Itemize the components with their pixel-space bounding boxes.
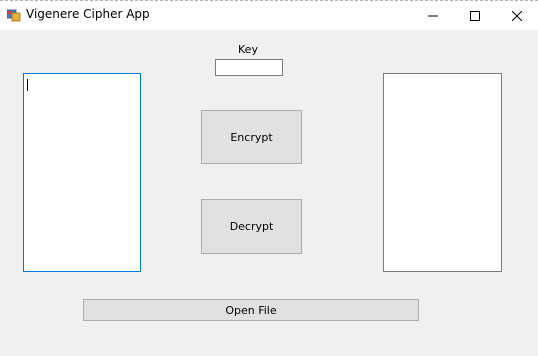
app-window: Vigenere Cipher App Key Encrypt Decrypt … [0, 0, 538, 356]
maximize-button[interactable] [452, 1, 498, 30]
close-button[interactable] [494, 1, 538, 30]
input-textbox[interactable] [23, 73, 141, 272]
text-caret [27, 79, 28, 91]
title-bar[interactable]: Vigenere Cipher App [0, 0, 538, 30]
minimize-button[interactable] [410, 1, 456, 30]
output-textbox[interactable] [383, 73, 502, 272]
close-icon [512, 10, 522, 21]
open-file-button[interactable]: Open File [83, 299, 419, 321]
key-label: Key [238, 43, 258, 56]
app-form-icon [7, 9, 21, 22]
encrypt-button[interactable]: Encrypt [201, 110, 302, 164]
maximize-icon [470, 10, 480, 21]
minimize-icon [428, 15, 438, 16]
decrypt-button[interactable]: Decrypt [201, 199, 302, 254]
key-input[interactable] [215, 59, 283, 76]
window-title: Vigenere Cipher App [26, 7, 150, 21]
